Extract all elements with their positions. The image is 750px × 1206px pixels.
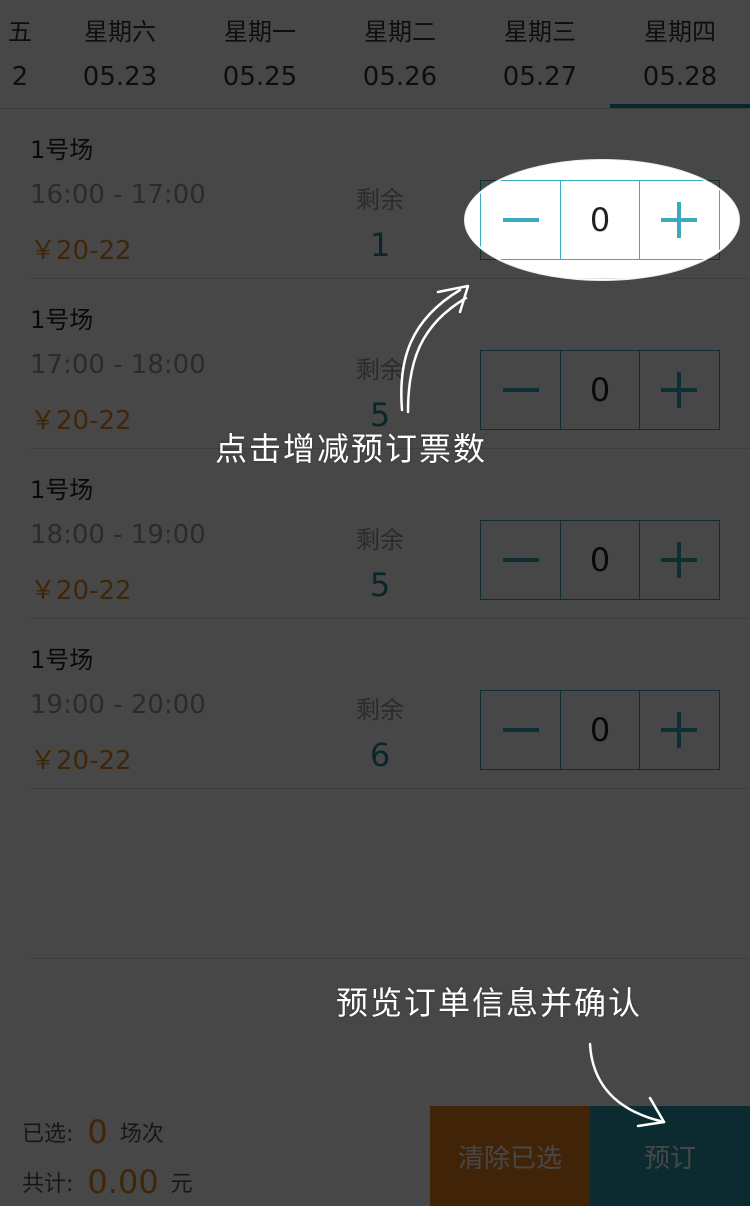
plus-icon	[661, 372, 698, 408]
remaining-count: 5	[369, 396, 391, 434]
quantity-value: 0	[560, 691, 640, 769]
increment-button[interactable]	[640, 351, 719, 429]
book-hint-text: 预览订单信息并确认	[336, 984, 643, 1022]
minus-icon	[502, 558, 539, 562]
court-name: 1号场	[30, 136, 94, 164]
decrement-button[interactable]	[481, 521, 560, 599]
slot-price: ￥20-22	[30, 576, 132, 606]
slot-row: 1号场 17:00 - 18:00 ￥20-22 剩余 5 0	[30, 278, 750, 449]
date-tab-0528[interactable]: 星期四 05.28	[610, 0, 750, 108]
clear-selection-button[interactable]: 清除已选	[430, 1106, 590, 1206]
total-unit: 元	[170, 1172, 193, 1197]
quantity-stepper: 0	[480, 690, 720, 770]
plus-icon	[661, 712, 698, 748]
selected-summary: 已选: 0 场次	[22, 1112, 164, 1152]
quantity-value: 0	[560, 351, 640, 429]
remaining-count: 6	[369, 736, 391, 774]
date-tab-weekday: 星期四	[644, 18, 716, 46]
date-tab-weekday: 星期二	[364, 18, 436, 46]
remaining-label: 剩余	[356, 696, 404, 724]
decrement-button[interactable]	[481, 691, 560, 769]
remaining-count: 1	[369, 226, 391, 264]
remaining-label: 剩余	[356, 356, 404, 384]
selected-count: 0	[87, 1113, 108, 1151]
book-button[interactable]: 预订	[590, 1106, 750, 1206]
court-name: 1号场	[30, 476, 94, 504]
quantity-value: 0	[560, 181, 640, 259]
bottom-action-bar: 已选: 0 场次 共计: 0.00 元 清除已选 预订	[0, 1106, 750, 1206]
increment-button[interactable]	[640, 691, 719, 769]
decrement-button[interactable]	[481, 181, 560, 259]
total-label: 共计:	[22, 1172, 74, 1197]
decrement-button[interactable]	[481, 351, 560, 429]
court-name: 1号场	[30, 646, 94, 674]
date-tab-strip: 五 2 星期六 05.23 星期一 05.25 星期二 05.26 星期三 05…	[0, 0, 750, 109]
selected-label: 已选:	[22, 1122, 74, 1147]
quantity-stepper: 0	[480, 350, 720, 430]
date-tab-date: 05.28	[642, 62, 718, 92]
minus-icon	[502, 218, 539, 222]
remaining-label: 剩余	[356, 526, 404, 554]
date-tab-weekday: 星期三	[504, 18, 576, 46]
date-tab-date: 05.27	[502, 62, 578, 92]
date-tab-0527[interactable]: 星期三 05.27	[470, 0, 610, 108]
date-tab-date: 05.26	[362, 62, 438, 92]
quantity-value: 0	[560, 521, 640, 599]
date-tab-0523[interactable]: 星期六 05.23	[50, 0, 190, 108]
date-tab-date: 05.23	[82, 62, 158, 92]
date-tab-date: 05.25	[222, 62, 298, 92]
slot-time: 19:00 - 20:00	[30, 690, 206, 720]
plus-icon	[661, 542, 698, 578]
minus-icon	[502, 388, 539, 392]
quantity-stepper: 0	[480, 520, 720, 600]
selected-unit: 场次	[119, 1122, 164, 1147]
remaining-label: 剩余	[356, 186, 404, 214]
slot-row: 1号场 19:00 - 20:00 ￥20-22 剩余 6 0	[30, 618, 750, 789]
plus-icon	[661, 202, 698, 238]
remaining-count: 5	[369, 566, 391, 604]
quantity-stepper: 0	[480, 180, 720, 260]
slot-time: 18:00 - 19:00	[30, 520, 206, 550]
date-tab-0525[interactable]: 星期一 05.25	[190, 0, 330, 108]
increment-button[interactable]	[640, 181, 719, 259]
slot-price: ￥20-22	[30, 746, 132, 776]
date-tab-weekday: 星期六	[84, 18, 156, 46]
minus-icon	[502, 728, 539, 732]
date-tab-weekday: 星期一	[224, 18, 296, 46]
slot-time: 16:00 - 17:00	[30, 180, 206, 210]
slot-row: 1号场 18:00 - 19:00 ￥20-22 剩余 5 0	[30, 448, 750, 619]
increment-button[interactable]	[640, 521, 719, 599]
total-amount: 0.00	[87, 1163, 159, 1201]
date-tab-0526[interactable]: 星期二 05.26	[330, 0, 470, 108]
total-summary: 共计: 0.00 元	[22, 1162, 193, 1202]
list-divider	[30, 958, 750, 959]
slot-row: 1号场 16:00 - 17:00 ￥20-22 剩余 1 0	[30, 108, 750, 279]
court-name: 1号场	[30, 306, 94, 334]
slot-price: ￥20-22	[30, 236, 132, 266]
slot-price: ￥20-22	[30, 406, 132, 436]
slot-time: 17:00 - 18:00	[30, 350, 206, 380]
